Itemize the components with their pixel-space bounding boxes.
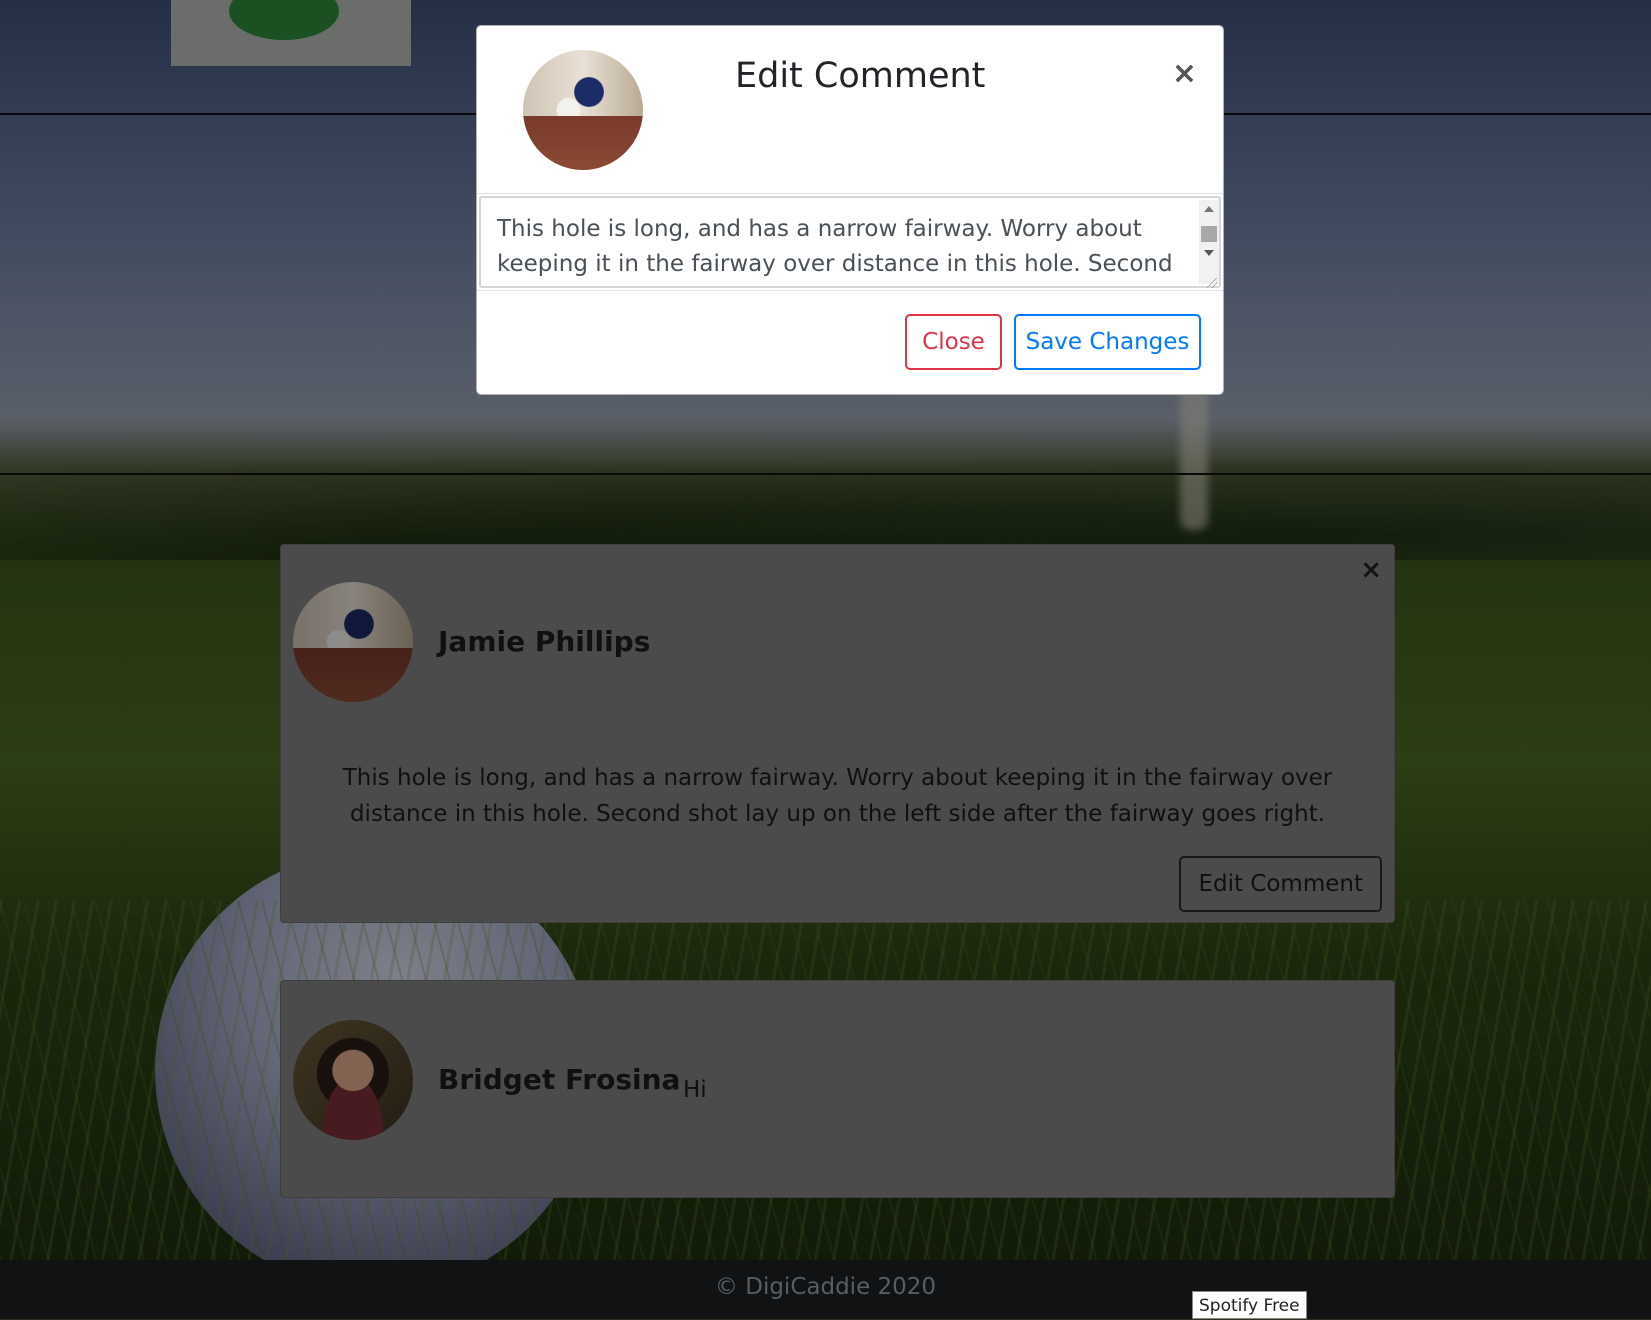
- spotify-tooltip: Spotify Free: [1192, 1291, 1307, 1319]
- modal-header-divider: [477, 193, 1223, 194]
- edit-comment-modal: Edit Comment × This hole is long, and ha…: [476, 25, 1224, 395]
- close-icon[interactable]: ×: [1172, 56, 1197, 91]
- scroll-up-icon[interactable]: [1204, 206, 1214, 212]
- avatar: [523, 50, 643, 170]
- modal-title: Edit Comment: [735, 56, 986, 96]
- close-button[interactable]: Close: [905, 314, 1002, 370]
- save-changes-button[interactable]: Save Changes: [1014, 314, 1201, 370]
- modal-footer-divider: [477, 290, 1223, 291]
- scroll-down-icon[interactable]: [1204, 250, 1214, 256]
- scroll-thumb[interactable]: [1201, 226, 1217, 242]
- textarea-scrollbar[interactable]: [1199, 200, 1219, 284]
- comment-textarea[interactable]: This hole is long, and has a narrow fair…: [479, 196, 1221, 288]
- resize-handle-icon[interactable]: [1207, 278, 1217, 288]
